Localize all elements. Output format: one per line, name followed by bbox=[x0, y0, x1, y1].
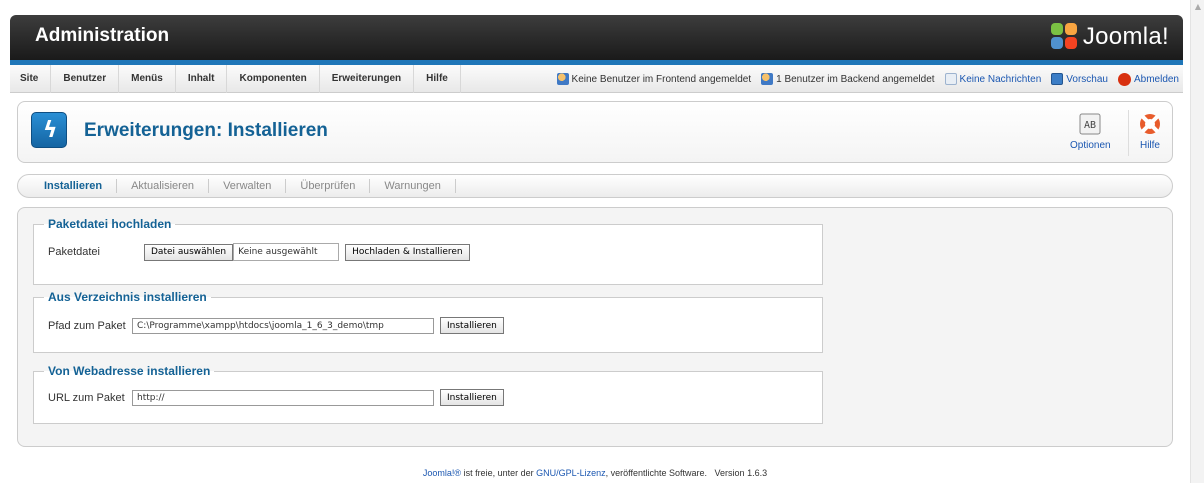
file-name-display: Keine ausgewählt bbox=[233, 243, 340, 261]
joomla-logo: Joomla! bbox=[1050, 22, 1169, 52]
upload-legend: Paketdatei hochladen bbox=[48, 217, 172, 231]
options-button[interactable]: AB Optionen bbox=[1070, 112, 1111, 151]
scrollbar[interactable]: ▲ bbox=[1190, 0, 1204, 483]
tab-aktualisieren[interactable]: Aktualisieren bbox=[117, 179, 210, 193]
toolbar-divider bbox=[1128, 110, 1129, 156]
menu-erweiterungen[interactable]: Erweiterungen bbox=[320, 65, 415, 93]
status-bar: Keine Benutzer im Frontend angemeldet 1 … bbox=[547, 65, 1179, 93]
directory-install-button[interactable]: Installieren bbox=[440, 317, 504, 334]
upload-row: Paketdatei Datei auswählen Keine ausgewä… bbox=[48, 243, 470, 261]
page-title: Erweiterungen: Installieren bbox=[84, 120, 328, 141]
frontend-users-status: Keine Benutzer im Frontend angemeldet bbox=[556, 73, 751, 85]
messages-link[interactable]: Keine Nachrichten bbox=[944, 73, 1041, 85]
menu-site[interactable]: Site bbox=[10, 65, 52, 93]
menu-inhalt[interactable]: Inhalt bbox=[176, 65, 228, 93]
version-text: Version 1.6.3 bbox=[714, 468, 768, 478]
package-url-label: URL zum Paket bbox=[48, 391, 125, 404]
help-button[interactable]: Hilfe bbox=[1138, 112, 1162, 151]
menu-benutzer[interactable]: Benutzer bbox=[51, 65, 120, 93]
submenu-tabs: Installieren Aktualisieren Verwalten Übe… bbox=[17, 174, 1173, 198]
menu-bar: Site Benutzer Menüs Inhalt Komponenten E… bbox=[10, 65, 1183, 93]
tab-verwalten[interactable]: Verwalten bbox=[209, 179, 287, 193]
package-path-label: Pfad zum Paket bbox=[48, 319, 126, 332]
footer: Joomla!® ist freie, unter der GNU/GPL-Li… bbox=[422, 468, 768, 478]
tab-installieren[interactable]: Installieren bbox=[30, 179, 118, 193]
choose-file-button[interactable]: Datei auswählen bbox=[144, 243, 234, 261]
logout-link[interactable]: Abmelden bbox=[1117, 72, 1179, 86]
scroll-up-icon[interactable]: ▲ bbox=[1193, 2, 1203, 12]
package-path-input[interactable]: C:\Programme\xampp\htdocs\joomla_1_6_3_d… bbox=[132, 317, 434, 334]
menu-menues[interactable]: Menüs bbox=[119, 65, 176, 93]
directory-legend: Aus Verzeichnis installieren bbox=[48, 290, 207, 304]
joomla-logo-text: Joomla! bbox=[1082, 23, 1169, 50]
tab-warnungen[interactable]: Warnungen bbox=[370, 179, 456, 193]
menu-hilfe[interactable]: Hilfe bbox=[414, 65, 461, 93]
users-icon bbox=[556, 73, 569, 85]
page-toolbar: ϟ Erweiterungen: Installieren AB Optione… bbox=[17, 101, 1173, 163]
gpl-license-link[interactable]: GNU/GPL-Lizenz bbox=[536, 468, 606, 478]
joomla-logo-icon bbox=[1050, 23, 1079, 51]
users-icon bbox=[761, 73, 774, 85]
svg-text:AB: AB bbox=[1084, 120, 1096, 131]
install-panel: Paketdatei hochladen Paketdatei Datei au… bbox=[17, 207, 1173, 447]
extension-icon: ϟ bbox=[31, 112, 67, 148]
directory-row: Pfad zum Paket C:\Programme\xampp\htdocs… bbox=[48, 317, 504, 334]
preview-link[interactable]: Vorschau bbox=[1051, 73, 1108, 85]
package-url-input[interactable]: http:// bbox=[132, 389, 434, 406]
package-file-label: Paketdatei bbox=[48, 246, 100, 258]
menu-komponenten[interactable]: Komponenten bbox=[227, 65, 320, 93]
upload-install-button[interactable]: Hochladen & Installieren bbox=[345, 243, 470, 261]
url-legend: Von Webadresse installieren bbox=[48, 364, 211, 378]
lifebuoy-icon bbox=[1140, 114, 1160, 134]
admin-header: Administration Joomla! bbox=[10, 15, 1183, 60]
url-row: URL zum Paket http:// Installieren bbox=[48, 389, 504, 406]
admin-title: Administration bbox=[35, 25, 170, 46]
main-menu: Site Benutzer Menüs Inhalt Komponenten E… bbox=[10, 65, 461, 93]
joomla-link[interactable]: Joomla!® bbox=[423, 468, 461, 478]
options-icon: AB bbox=[1079, 113, 1101, 135]
url-install-button[interactable]: Installieren bbox=[440, 389, 504, 406]
backend-users-status: 1 Benutzer im Backend angemeldet bbox=[761, 73, 935, 85]
monitor-icon bbox=[1051, 73, 1064, 85]
logout-icon bbox=[1117, 72, 1131, 86]
tab-ueberpruefen[interactable]: Überprüfen bbox=[286, 179, 371, 193]
mail-icon bbox=[944, 73, 957, 85]
